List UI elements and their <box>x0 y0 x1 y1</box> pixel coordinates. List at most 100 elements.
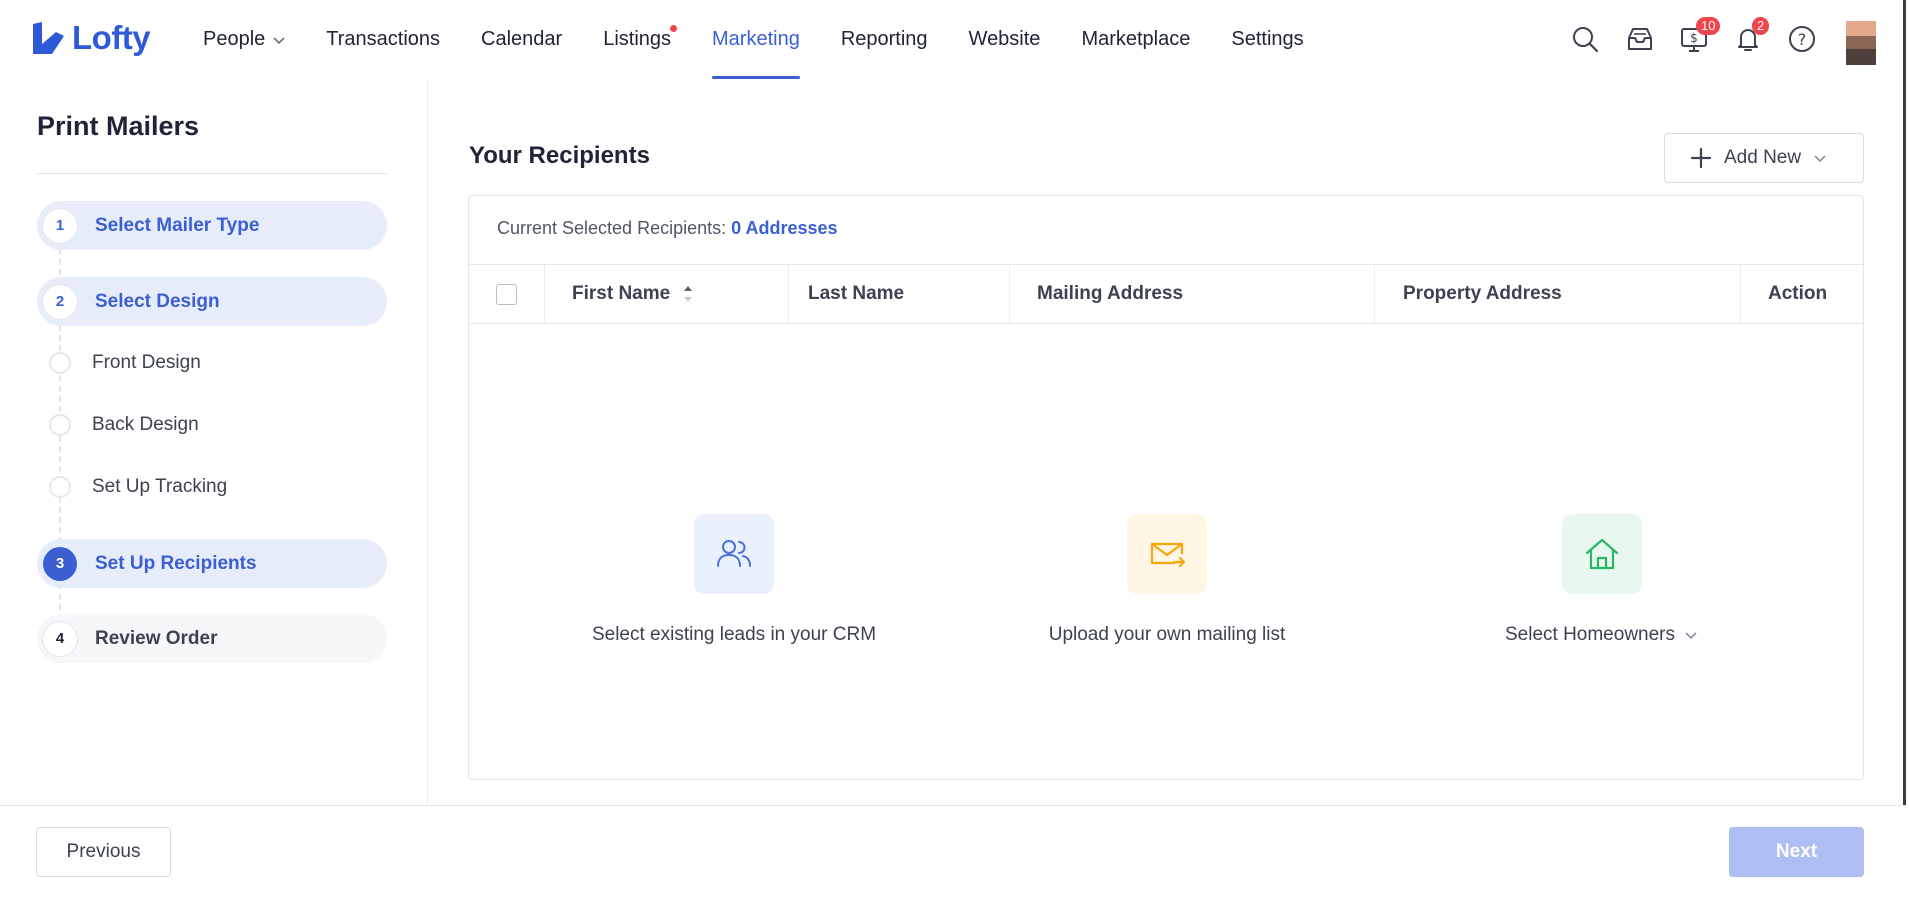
steps-panel: Print Mailers 1 Select Mailer Type 2 Sel… <box>0 79 428 805</box>
step-label: Set Up Recipients <box>95 552 257 574</box>
plus-icon <box>1690 147 1712 169</box>
nav-item-calendar[interactable]: Calendar <box>481 0 562 79</box>
nav-item-label: Website <box>968 28 1041 50</box>
sort-arrows-icon <box>684 286 693 302</box>
step-number: 2 <box>43 284 77 319</box>
users-icon <box>717 540 751 567</box>
logo[interactable]: Lofty <box>30 18 151 58</box>
panel-title: Print Mailers <box>37 111 200 141</box>
search-icon <box>1573 27 1599 53</box>
option-select-homeowners[interactable]: Select Homeowners <box>1432 514 1772 646</box>
billing-badge: 10 <box>1696 17 1721 35</box>
substep-back-design[interactable]: Back Design <box>49 412 199 438</box>
option-upload-mailing-list[interactable]: Upload your own mailing list <box>997 514 1337 646</box>
nav-item-marketing[interactable]: Marketing <box>712 0 800 79</box>
nav-item-label: Marketing <box>712 28 800 50</box>
nav-item-label: Reporting <box>840 28 928 50</box>
app-window: Lofty People Transactions Calendar Listi… <box>0 0 1906 896</box>
chevron-down-icon <box>1685 632 1697 640</box>
lofty-logo-icon <box>33 22 64 54</box>
option-select-crm-leads[interactable]: Select existing leads in your CRM <box>564 514 904 646</box>
step-review-order[interactable]: 4 Review Order <box>37 614 387 663</box>
inbox-icon <box>1628 28 1652 50</box>
option-tile <box>1562 514 1642 594</box>
substep-circle <box>49 352 71 374</box>
column-header-label: First Name <box>572 283 671 304</box>
previous-button[interactable]: Previous <box>36 827 171 877</box>
logo-text: Lofty <box>72 19 151 56</box>
column-header-action: Action <box>1768 265 1827 323</box>
top-nav: Lofty People Transactions Calendar Listi… <box>0 0 1906 79</box>
step-set-up-recipients[interactable]: 3 Set Up Recipients <box>37 539 387 588</box>
option-label: Select Homeowners <box>1505 624 1699 646</box>
main-nav: People Transactions Calendar Listings Ma… <box>203 0 1345 79</box>
inbox-button[interactable] <box>1622 21 1658 57</box>
svg-text:?: ? <box>1798 30 1807 49</box>
selected-recipients-label: Current Selected Recipients: <box>497 218 727 238</box>
column-header-last-name[interactable]: Last Name <box>808 265 904 323</box>
substep-set-up-tracking[interactable]: Set Up Tracking <box>49 474 227 500</box>
svg-text:$: $ <box>1690 31 1698 45</box>
substep-circle <box>49 414 71 436</box>
option-label: Upload your own mailing list <box>1048 624 1286 645</box>
nav-item-settings[interactable]: Settings <box>1231 0 1303 79</box>
substep-label: Set Up Tracking <box>92 476 228 497</box>
nav-item-listings[interactable]: Listings <box>603 0 678 79</box>
nav-item-label: Transactions <box>326 28 441 50</box>
nav-item-reporting[interactable]: Reporting <box>841 0 928 79</box>
nav-item-label: Listings <box>603 28 672 50</box>
recipients-table: Current Selected Recipients: 0 Addresses… <box>468 195 1864 780</box>
new-indicator-dot <box>670 25 678 32</box>
column-header-property-address[interactable]: Property Address <box>1403 265 1562 323</box>
select-all-checkbox[interactable] <box>496 283 517 305</box>
divider <box>37 173 387 174</box>
option-tile <box>1127 514 1207 594</box>
column-header-label: Last Name <box>808 283 905 304</box>
column-header-label: Mailing Address <box>1037 283 1184 304</box>
nav-item-people[interactable]: People <box>203 0 285 79</box>
house-icon <box>1585 538 1619 570</box>
billing-button[interactable]: $ 10 <box>1676 17 1721 57</box>
notifications-button[interactable]: 2 <box>1730 17 1770 57</box>
step-label: Select Design <box>95 290 220 312</box>
option-label-text: Select Homeowners <box>1504 624 1676 645</box>
step-select-design[interactable]: 2 Select Design <box>37 277 387 326</box>
column-header-mailing-address[interactable]: Mailing Address <box>1037 265 1183 323</box>
column-separator <box>544 265 545 323</box>
avatar[interactable] <box>1846 21 1876 65</box>
page-title: Your Recipients <box>469 142 650 169</box>
column-separator <box>1009 265 1010 323</box>
chevron-down-icon <box>1814 155 1826 163</box>
substep-front-design[interactable]: Front Design <box>49 350 201 376</box>
nav-item-website[interactable]: Website <box>969 0 1041 79</box>
mail-upload-icon <box>1150 542 1186 568</box>
next-button[interactable]: Next <box>1729 827 1864 877</box>
substep-label: Front Design <box>92 352 201 373</box>
sort-icon[interactable] <box>682 282 694 306</box>
column-header-first-name[interactable]: First Name <box>572 265 694 323</box>
add-new-button[interactable]: Add New <box>1664 133 1864 183</box>
nav-item-label: Marketplace <box>1081 28 1191 50</box>
selected-recipients-count: 0 Addresses <box>731 218 838 238</box>
selected-recipients-summary: Current Selected Recipients: 0 Addresses <box>497 218 838 239</box>
help-button[interactable]: ? <box>1784 21 1820 57</box>
nav-item-marketplace[interactable]: Marketplace <box>1081 0 1190 79</box>
substep-label: Back Design <box>92 414 199 435</box>
nav-item-label: Calendar <box>481 28 563 50</box>
substep-circle <box>49 476 71 498</box>
nav-item-label: People <box>203 28 266 50</box>
step-number: 4 <box>43 621 77 656</box>
search-button[interactable] <box>1567 21 1603 57</box>
option-tile <box>694 514 774 594</box>
add-new-label: Add New <box>1724 147 1802 168</box>
column-separator <box>1740 265 1741 323</box>
step-label: Select Mailer Type <box>95 214 260 236</box>
table-header: First Name Last Name Mailing Address Pro… <box>469 264 1863 324</box>
step-select-mailer-type[interactable]: 1 Select Mailer Type <box>37 201 387 250</box>
column-header-label: Property Address <box>1403 283 1562 304</box>
nav-item-transactions[interactable]: Transactions <box>326 0 440 79</box>
step-label: Review Order <box>95 627 218 649</box>
footer-bar: Previous Next <box>0 805 1906 896</box>
notification-badge: 2 <box>1752 17 1770 35</box>
column-separator <box>1374 265 1375 323</box>
